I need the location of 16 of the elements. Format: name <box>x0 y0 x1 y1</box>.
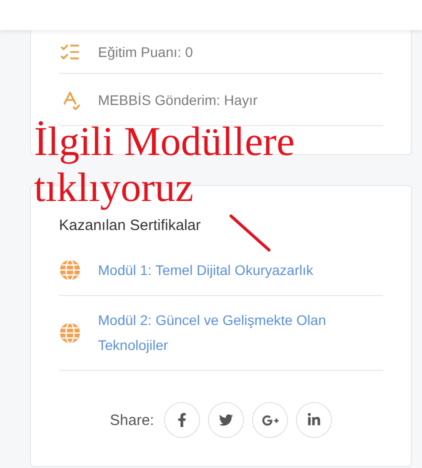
globe-icon <box>59 322 81 344</box>
module-link[interactable]: Modül 2: Güncel ve Gelişmekte Olan Teknolojiler <box>98 296 383 370</box>
share-button[interactable] <box>208 402 244 438</box>
share-button[interactable] <box>164 402 200 438</box>
stat-text: Eğitim Puanı: 0 <box>98 44 193 60</box>
share-label: Share: <box>110 412 154 428</box>
globe-icon <box>59 259 81 281</box>
stat-text: MEBBİS Gönderim: Hayır <box>98 92 258 108</box>
section-heading: Kazanılan Sertifikalar <box>59 216 201 236</box>
module-link[interactable]: Modül 1: Temel Dijital Okuryazarlık <box>98 246 314 294</box>
twitter-icon <box>219 413 234 427</box>
annotation-line <box>229 214 271 252</box>
linkedin-icon <box>307 413 322 427</box>
annotation-text: İlgili Modüllere tıklıyoruz <box>34 118 295 210</box>
share-button[interactable] <box>252 402 288 438</box>
share-button[interactable] <box>296 402 332 438</box>
